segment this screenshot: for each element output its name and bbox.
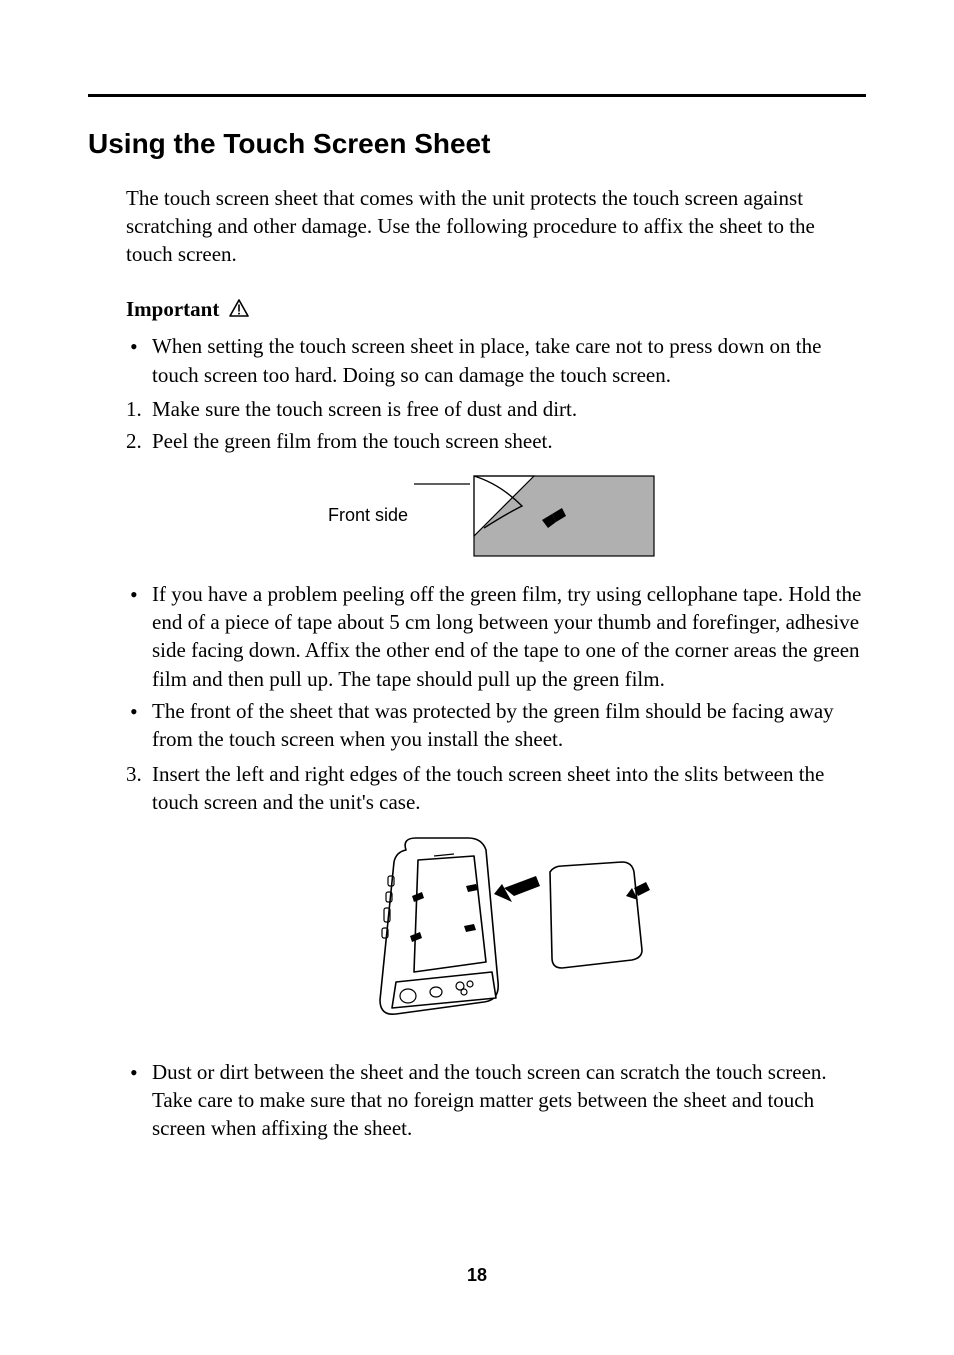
figure-2-illustration [336, 832, 656, 1032]
bullet-list-mid: If you have a problem peeling off the gr… [126, 580, 866, 754]
figure-1-illustration [414, 470, 664, 562]
list-item: Dust or dirt between the sheet and the t… [126, 1058, 866, 1143]
list-item: If you have a problem peeling off the gr… [126, 580, 866, 693]
important-heading: Important [126, 295, 866, 324]
figure-2 [126, 832, 866, 1039]
list-item: Peel the green film from the touch scree… [126, 427, 866, 455]
list-item: When setting the touch screen sheet in p… [126, 332, 866, 389]
warning-icon [229, 296, 249, 324]
step-list-b: Insert the left and right edges of the t… [126, 760, 866, 817]
section-title: Using the Touch Screen Sheet [88, 125, 866, 163]
figure-1: Front side [126, 470, 866, 562]
top-rule [88, 94, 866, 97]
bullet-list-bottom: Dust or dirt between the sheet and the t… [126, 1058, 866, 1143]
intro-paragraph: The touch screen sheet that comes with t… [126, 184, 866, 269]
list-item: Make sure the touch screen is free of du… [126, 395, 866, 423]
important-label: Important [126, 297, 219, 321]
list-item: Insert the left and right edges of the t… [126, 760, 866, 817]
figure-1-label: Front side [328, 503, 408, 527]
page-number: 18 [0, 1263, 954, 1287]
document-page: Using the Touch Screen Sheet The touch s… [0, 0, 954, 1355]
content-block: When setting the touch screen sheet in p… [126, 332, 866, 1143]
step-list-a: Make sure the touch screen is free of du… [126, 395, 866, 456]
bullet-list-top: When setting the touch screen sheet in p… [126, 332, 866, 389]
list-item: The front of the sheet that was protecte… [126, 697, 866, 754]
